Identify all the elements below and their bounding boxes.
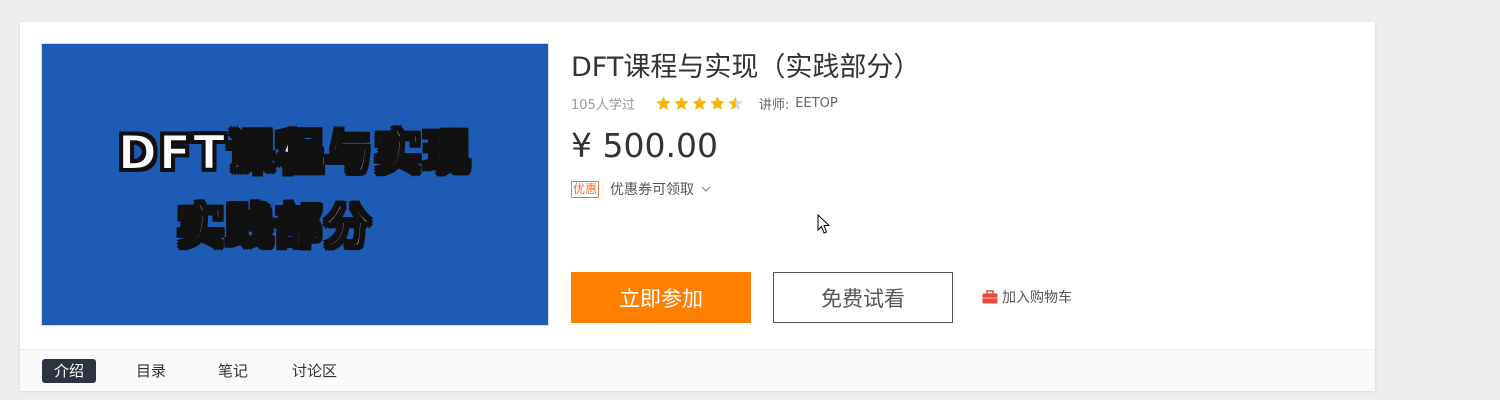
learner-count: 105人学过: [571, 97, 635, 113]
join-now-button[interactable]: 立即参加: [571, 272, 751, 323]
course-tabs: 介绍 目录 笔记 讨论区: [20, 349, 1375, 391]
star-icon: [656, 95, 671, 110]
coupon-row[interactable]: 优惠 优惠券可领取: [571, 179, 712, 199]
tab-intro[interactable]: 介绍: [42, 359, 97, 383]
tab-discussion[interactable]: 讨论区: [292, 359, 337, 383]
course-price: ¥ 500.00: [571, 126, 718, 165]
add-to-cart-label: 加入购物车: [1002, 290, 1072, 306]
chevron-down-icon[interactable]: [700, 183, 712, 195]
star-icon: [710, 95, 725, 110]
add-to-cart-link[interactable]: 加入购物车: [982, 287, 1072, 307]
course-meta: 105人学过 讲师: EETOP: [571, 93, 838, 113]
coupon-badge: 优惠: [571, 180, 600, 198]
star-icon: [692, 95, 707, 110]
course-cover-image[interactable]: DFT课程与实现 实践部分: [42, 44, 548, 325]
mouse-pointer-icon: [817, 214, 831, 234]
course-card: DFT课程与实现 实践部分 DFT课程与实现（实践部分） 105人学过 讲师: …: [20, 22, 1375, 391]
cover-title-line2: 实践部分: [176, 200, 373, 255]
rating-stars: [655, 95, 745, 112]
briefcase-icon: [982, 290, 998, 304]
tab-notes[interactable]: 笔记: [218, 359, 248, 383]
star-icon: [674, 95, 689, 110]
free-trial-button[interactable]: 免费试看: [773, 272, 953, 323]
cover-title-line1: DFT课程与实现: [117, 126, 473, 181]
tab-catalog[interactable]: 目录: [136, 359, 166, 383]
course-title: DFT课程与实现（实践部分）: [571, 52, 921, 83]
teacher-label: 讲师:: [758, 97, 790, 113]
coupon-link[interactable]: 优惠券可领取: [610, 179, 694, 199]
half-star-icon: [728, 95, 743, 110]
teacher-name[interactable]: EETOP: [795, 96, 837, 111]
